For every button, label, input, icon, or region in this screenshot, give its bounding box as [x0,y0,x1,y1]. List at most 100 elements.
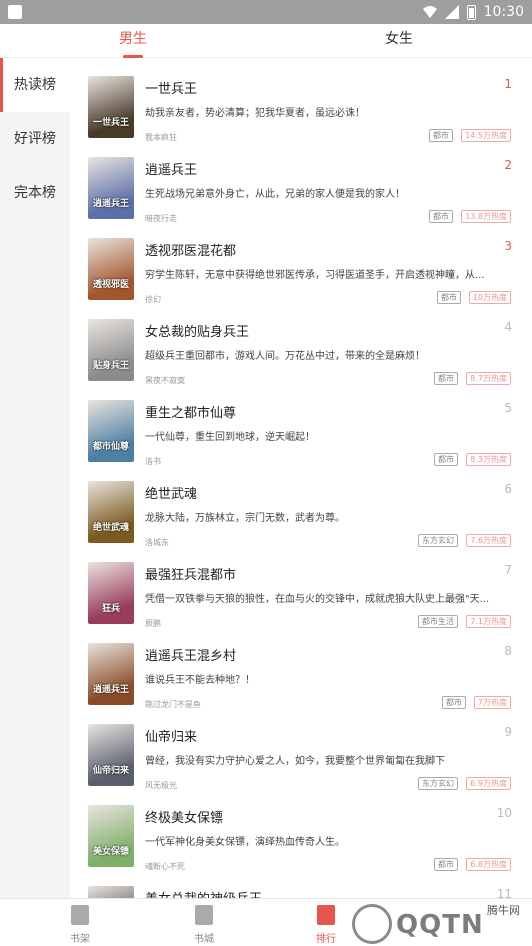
book-cover[interactable]: 逍遥兵王 [88,157,134,219]
book-row[interactable]: 透视邪医 透视邪医混花都穷学生陈轩，无意中获得绝世邪医传承，习得医道圣手，开启透视… [70,228,532,309]
book-author: 跳过龙门不是鱼 [145,700,201,709]
book-description: 穷学生陈轩，无意中获得绝世邪医传承，习得医道圣手，开启透视神瞳，从... [145,270,485,281]
book-description: 谁说兵王不能去种地？！ [145,675,255,686]
book-row[interactable]: 美女总裁的神级兵王 11 [70,876,532,898]
watermark-circle-icon [352,904,392,944]
book-cover-title: 仙帝归来 [92,766,129,776]
book-description: 超级兵王重回都市，游戏人间。万花丛中过，带来的全是麻烦！ [145,351,425,362]
nav-bookstore[interactable]: 书城 [174,905,234,945]
app-notification-icon [8,5,22,19]
heat-badge: 7.1万热度 [466,615,511,628]
book-cover[interactable]: 狂兵 [88,562,134,624]
nav-bookstore-label: 书城 [194,934,214,945]
genre-tag: 都市生活 [418,615,458,628]
book-row[interactable]: 仙帝归来 仙帝归来 曾经，我没有实力守护心爱之人，如今，我要整个世界匍匐在我脚下 风无… [70,714,532,795]
book-rank: 11 [496,887,512,898]
book-cover-title: 都市仙尊 [92,442,129,452]
tab-male[interactable]: 男生 [73,24,193,58]
book-title: 逍遥兵王 [145,163,198,178]
book-rank: 6 [504,482,512,496]
book-title: 最强狂兵混都市 [145,568,237,583]
book-list: 一世兵王 一世兵王 劫我亲友者，势必清算；犯我华夏者，虽远必诛！ 我本疯狂 1 14.5万… [70,58,532,898]
book-cover[interactable]: 绝世武魂 [88,481,134,543]
book-title: 绝世武魂 [145,487,198,502]
status-bar: 10:30 [0,0,532,24]
book-cover[interactable]: 一世兵王 [88,76,134,138]
genre-tag: 都市 [434,453,458,466]
book-cover-title: 狂兵 [101,604,120,614]
book-rank: 9 [504,725,512,739]
genre-tag: 都市 [429,129,453,142]
book-title: 透视邪医混花都 [145,244,237,259]
book-rank: 10 [496,806,512,820]
book-author: 我本疯狂 [145,133,177,142]
book-cover[interactable]: 美女保镖 [88,805,134,867]
book-rank: 3 [504,239,512,253]
nav-bookshelf[interactable]: 书架 [50,905,110,945]
gender-tabs: 男生 女生 [0,24,532,58]
book-description: 一代仙尊，重生回到地球，逆天崛起！ [145,432,315,443]
heat-badge: 14.5万热度 [461,129,511,142]
book-cover-title: 绝世武魂 [92,523,129,533]
book-author: 黑夜不寂寞 [145,376,185,385]
book-title: 女总裁的贴身兵王 [145,325,250,340]
genre-tag: 东方玄幻 [418,534,458,547]
book-description: 生死战场兄弟意外身亡，从此，兄弟的家人便是我的家人！ [145,189,405,200]
genre-tag: 都市 [429,210,453,223]
book-description: 曾经，我没有实力守护心爱之人，如今，我要整个世界匍匐在我脚下 [145,756,445,767]
book-cover-title: 美女保镖 [92,847,129,857]
book-cover-title: 一世兵王 [92,118,129,128]
book-cover[interactable] [88,886,134,898]
bookshelf-icon [71,905,89,925]
battery-icon [466,4,476,20]
book-row[interactable]: 逍遥兵王 逍遥兵王 生死战场兄弟意外身亡，从此，兄弟的家人便是我的家人！ 暗夜行走 2 1… [70,147,532,228]
heat-badge: 7万热度 [473,696,511,709]
heat-badge: 7.6万热度 [466,534,511,547]
book-row[interactable]: 绝世武魂 绝世武魂 龙脉大陆，万族林立，宗门无数，武者为尊。 洛城东 6 7.6万热度 东方… [70,471,532,552]
signal-icon [444,5,459,19]
book-cover[interactable]: 贴身兵王 [88,319,134,381]
book-row[interactable]: 贴身兵王 女总裁的贴身兵王超级兵王重回都市，游戏人间。万花丛中过，带来的全是麻烦！… [70,309,532,390]
book-author: 风无极光 [145,781,177,790]
ranking-sidebar: 热读榜 好评榜 完本榜 [0,58,70,898]
book-title: 美女总裁的神级兵王 [145,888,262,898]
book-author: 魂断心不死 [145,862,185,871]
watermark-logo: QQTN 腾牛网 [326,900,526,946]
heat-badge: 10万热度 [468,291,511,304]
book-description: 龙脉大陆，万族林立，宗门无数，武者为尊。 [145,513,345,524]
book-cover[interactable]: 逍遥兵王 [88,643,134,705]
book-title: 逍遥兵王混乡村 [145,649,237,664]
book-row[interactable]: 逍遥兵王 逍遥兵王混乡村 谁说兵王不能去种地？！ 跳过龙门不是鱼 8 7万热度 都市 [70,633,532,714]
tab-female-label: 女生 [385,31,413,47]
book-title: 一世兵王 [145,82,198,97]
watermark-text: QQTN [396,910,484,940]
book-description: 凭借一双铁拳与天狼的狼性，在血与火的交锋中，成就虎狼大队史上最强"天... [145,594,490,605]
book-author: 辰鹏 [145,619,161,628]
heat-badge: 8.7万热度 [466,372,511,385]
tab-female[interactable]: 女生 [339,24,459,58]
sidebar-item-finished[interactable]: 完本榜 [0,166,70,220]
book-row[interactable]: 都市仙尊 重生之都市仙尊 一代仙尊，重生回到地球，逆天崛起！ 洛书 5 8.3万热度 都市 [70,390,532,471]
book-row[interactable]: 美女保镖 终极美女保镖一代军神化身美女保镖，演绎热血传奇人生。 魂断心不死 10 6.8… [70,795,532,876]
book-rank: 4 [504,320,512,334]
book-cover[interactable]: 透视邪医 [88,238,134,300]
book-row[interactable]: 一世兵王 一世兵王 劫我亲友者，势必清算；犯我华夏者，虽远必诛！ 我本疯狂 1 14.5万… [70,66,532,147]
wifi-icon [422,6,437,18]
sidebar-item-hot[interactable]: 热读榜 [0,58,70,112]
genre-tag: 东方玄幻 [418,777,458,790]
book-rank: 2 [504,158,512,172]
heat-badge: 6.8万热度 [466,858,511,871]
book-cover[interactable]: 都市仙尊 [88,400,134,462]
genre-tag: 都市 [434,372,458,385]
sidebar-item-rated[interactable]: 好评榜 [0,112,70,166]
book-title: 终极美女保镖 [145,811,224,826]
book-description: 一代军神化身美女保镖，演绎热血传奇人生。 [145,837,345,848]
book-rank: 1 [504,77,512,91]
book-cover[interactable]: 仙帝归来 [88,724,134,786]
book-cover-title: 逍遥兵王 [92,685,129,695]
book-rank: 7 [504,563,512,577]
book-author: 暗夜行走 [145,214,177,223]
book-row[interactable]: 狂兵 最强狂兵混都市凭借一双铁拳与天狼的狼性，在血与火的交锋中，成就虎狼大队史上最… [70,552,532,633]
book-cover-title: 透视邪医 [92,280,129,290]
genre-tag: 都市 [434,858,458,871]
